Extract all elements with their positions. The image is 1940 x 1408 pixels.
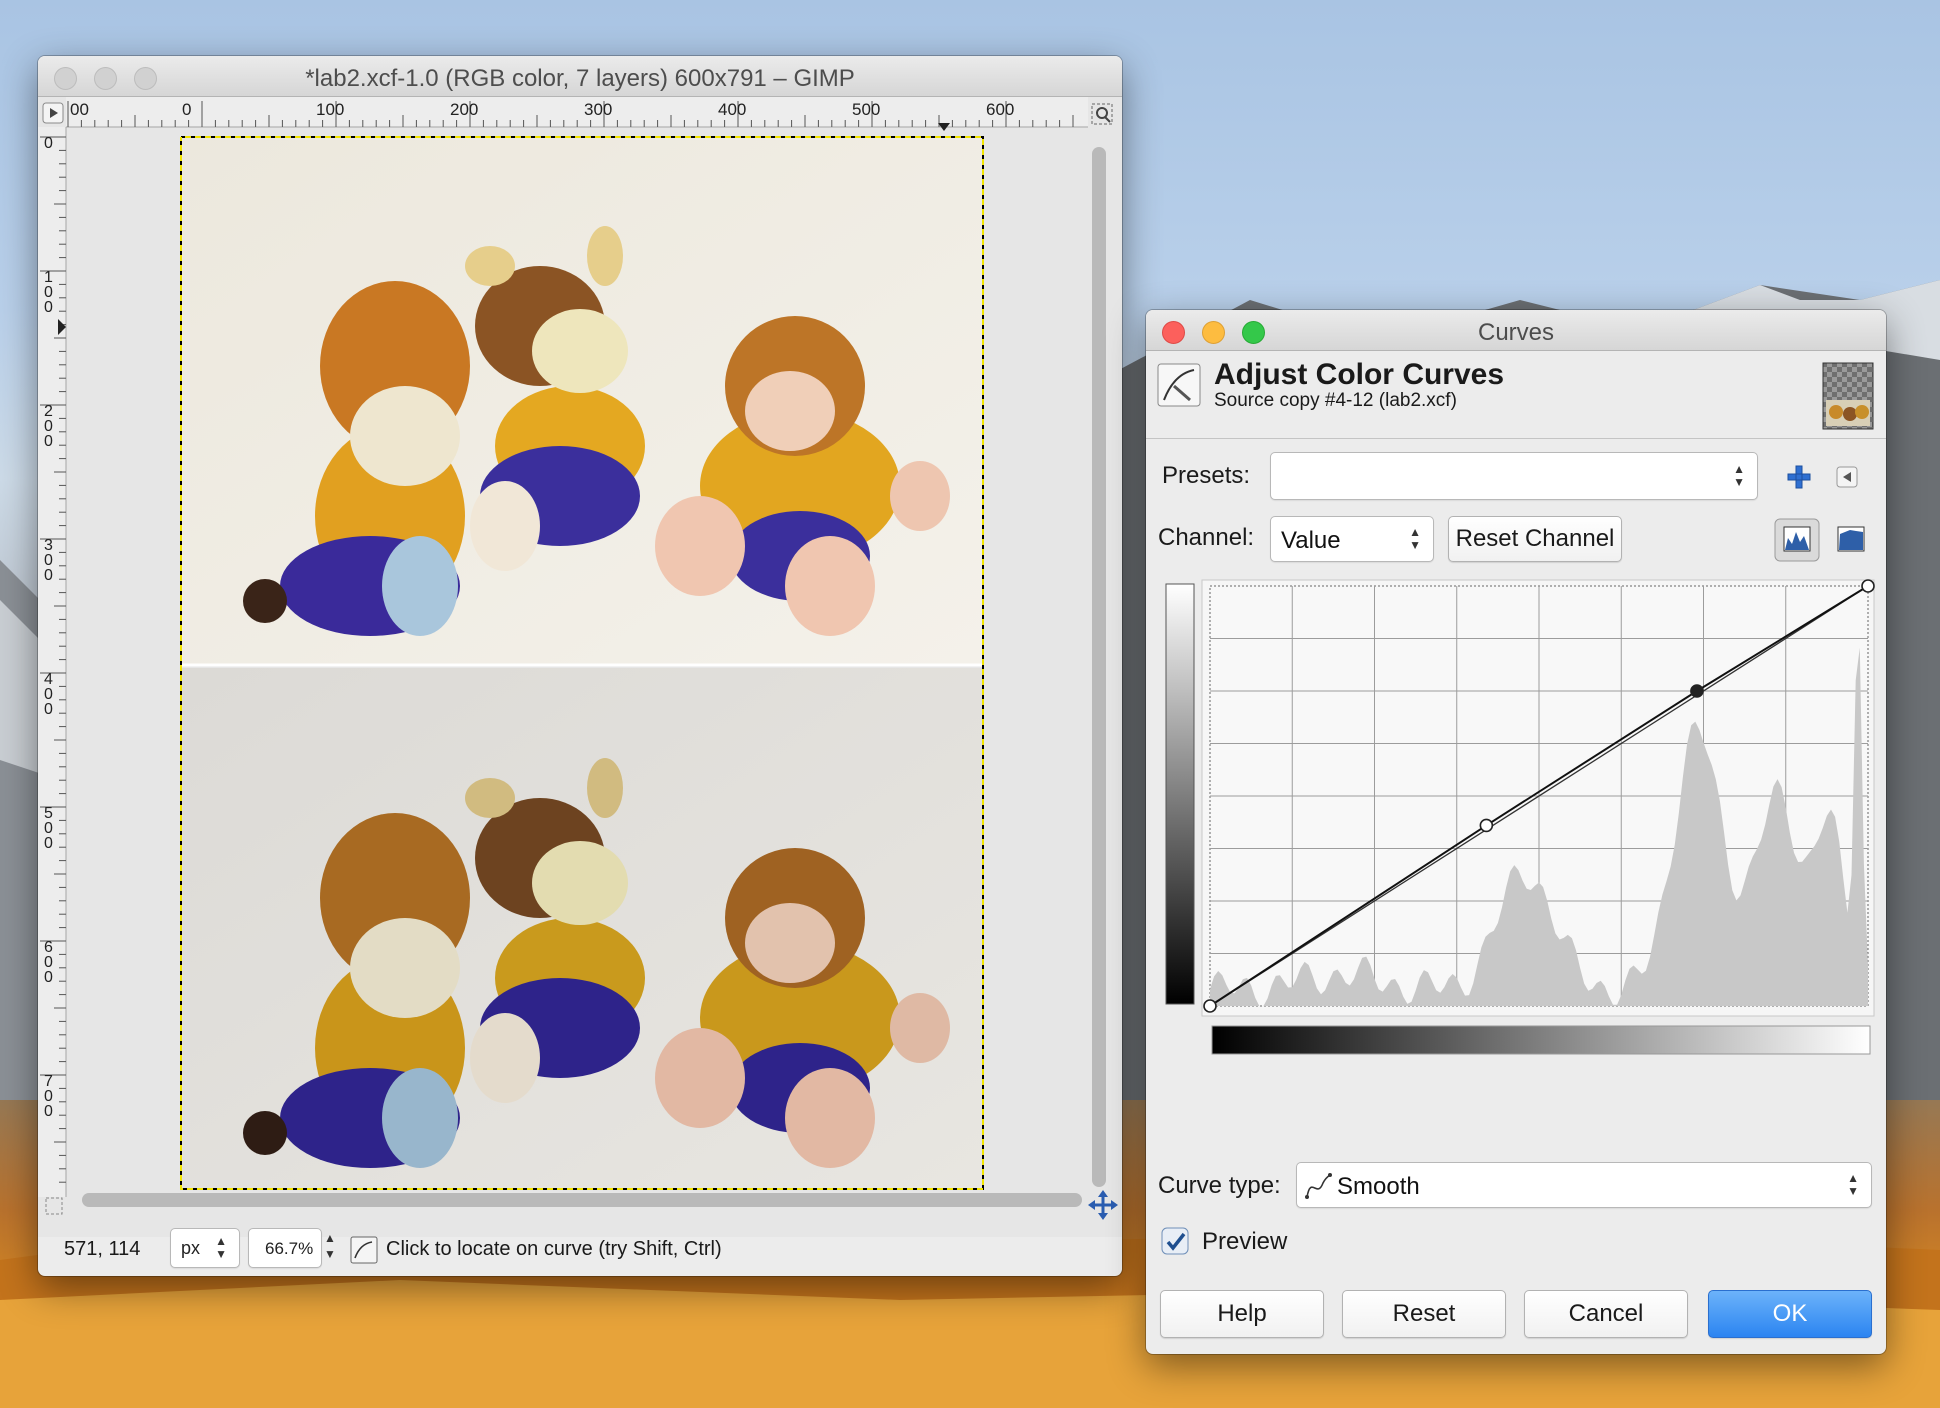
channel-select[interactable]: Value ▲ ▼ — [1270, 516, 1434, 562]
checkmark-icon[interactable] — [1160, 1226, 1192, 1258]
curve-editor[interactable] — [1154, 578, 1880, 1090]
dialog-subheading: Source copy #4-12 (lab2.xcf) — [1214, 390, 1457, 411]
ruler-h-label: 0 — [182, 100, 192, 119]
cancel-button[interactable]: Cancel — [1524, 1290, 1688, 1338]
preview-label: Preview — [1202, 1228, 1288, 1255]
curve-tool-icon — [350, 1236, 378, 1264]
unit-select[interactable]: px ▲ ▼ — [170, 1228, 240, 1268]
zoom-fit-icon[interactable] — [1090, 102, 1114, 126]
ruler-v-label: 400 — [44, 671, 53, 718]
ruler-v-label: 0 — [44, 135, 53, 152]
status-message: Click to locate on curve (try Shift, Ctr… — [386, 1238, 722, 1260]
window-title: *lab2.xcf-1.0 (RGB color, 7 layers) 600x… — [305, 65, 855, 92]
dialog-title: Curves — [1477, 319, 1555, 346]
collapse-arrow-icon[interactable] — [1834, 464, 1860, 490]
curve-control-point[interactable] — [1861, 579, 1875, 593]
presets-select[interactable]: ▲ ▼ — [1270, 452, 1758, 500]
gimp-titlebar: *lab2.xcf-1.0 (RGB color, 7 layers) 600x… — [38, 56, 1122, 97]
unit-value: px — [181, 1238, 201, 1258]
log-histogram-icon[interactable] — [1828, 518, 1874, 562]
photo-bottom — [180, 668, 984, 1190]
ruler-h-label: 300 — [584, 100, 613, 119]
ruler-v-label: 600 — [44, 939, 53, 986]
ruler-h-label: 500 — [852, 100, 881, 119]
gimp-image-window: *lab2.xcf-1.0 (RGB color, 7 layers) 600x… — [38, 56, 1122, 1276]
layer-thumbnail — [1822, 362, 1874, 430]
ruler-v-label: 500 — [44, 805, 53, 852]
ruler-h-label: 400 — [718, 100, 747, 119]
linear-histogram-icon[interactable] — [1774, 518, 1820, 562]
output-gradient-bar — [1165, 583, 1195, 1005]
curve-control-point[interactable] — [1479, 818, 1494, 833]
input-gradient-bar — [1211, 1025, 1871, 1055]
updown-arrows-icon: ▲ ▼ — [215, 1234, 227, 1261]
ruler-h-label: 200 — [450, 100, 479, 119]
ruler-h-label: 600 — [986, 100, 1015, 119]
reset-button[interactable]: Reset — [1342, 1290, 1506, 1338]
ruler-v-label: 700 — [44, 1073, 53, 1120]
presets-label: Presets: — [1162, 462, 1251, 489]
photo-top — [180, 136, 984, 664]
header-divider — [1146, 438, 1886, 439]
ruler-h-label: 00 — [70, 100, 89, 119]
updown-arrows-icon: ▲ ▼ — [1409, 525, 1421, 552]
curve-type-value: Smooth — [1337, 1173, 1420, 1200]
curve-type-label: Curve type: — [1158, 1172, 1281, 1199]
curve-control-point[interactable] — [1690, 684, 1704, 698]
zoom-field[interactable]: 66.7% — [248, 1228, 322, 1268]
ok-button[interactable]: OK — [1708, 1290, 1872, 1338]
curves-titlebar: Curves — [1146, 310, 1886, 351]
quickmask-icon[interactable] — [44, 1196, 64, 1216]
pointer-coords: 571, 114 — [64, 1238, 141, 1260]
channel-value: Value — [1281, 527, 1341, 554]
zoom-stepper-icon[interactable]: ▲ ▼ — [324, 1230, 336, 1262]
curve-type-select[interactable]: Smooth ▲ ▼ — [1296, 1162, 1872, 1208]
zoom-value: 66.7% — [265, 1239, 314, 1258]
channel-label: Channel: — [1158, 524, 1255, 551]
updown-arrows-icon: ▲ ▼ — [1733, 462, 1745, 489]
reset-channel-button[interactable]: Reset Channel — [1448, 516, 1622, 562]
ruler-h-label: 100 — [316, 100, 345, 119]
curves-dialog: Curves Adjust Color Curves Source copy #… — [1146, 310, 1886, 1354]
curve-control-point[interactable] — [1203, 999, 1217, 1013]
image-canvas[interactable] — [180, 136, 984, 1190]
ruler-v-label: 300 — [44, 537, 53, 584]
curves-tool-icon — [1157, 363, 1201, 407]
help-button[interactable]: Help — [1160, 1290, 1324, 1338]
navigate-icon[interactable] — [1088, 1190, 1118, 1220]
ruler-v-label: 200 — [44, 403, 53, 450]
ruler-v-label: 100 — [44, 269, 53, 316]
dialog-heading: Adjust Color Curves — [1214, 358, 1505, 391]
play-icon[interactable] — [42, 102, 64, 124]
updown-arrows-icon: ▲ ▼ — [1847, 1171, 1859, 1198]
smooth-curve-icon — [1305, 1173, 1332, 1199]
plus-icon[interactable] — [1784, 462, 1814, 492]
